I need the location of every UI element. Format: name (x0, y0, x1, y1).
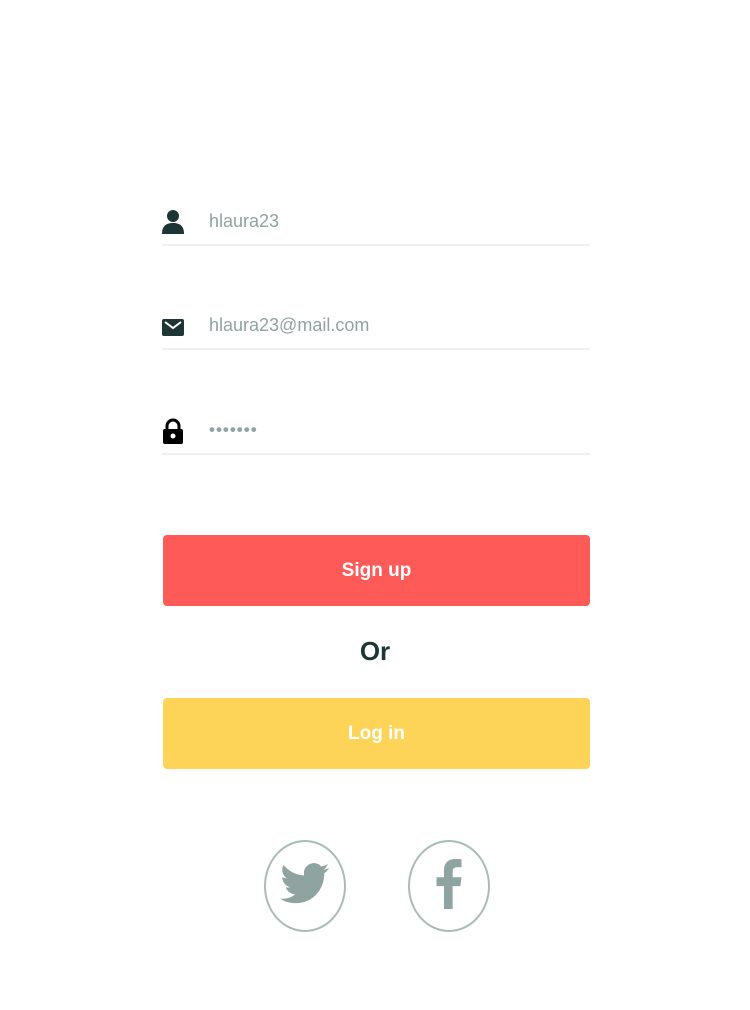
login-button[interactable]: Log in (163, 698, 590, 769)
facebook-icon (436, 858, 462, 914)
twitter-icon (280, 862, 330, 910)
twitter-login-button[interactable] (264, 840, 346, 932)
username-input[interactable] (209, 206, 589, 236)
envelope-icon (162, 313, 184, 339)
username-field-row (162, 200, 590, 246)
password-field-row (162, 409, 590, 455)
email-field-row (162, 304, 590, 350)
facebook-login-button[interactable] (408, 840, 490, 932)
password-input[interactable] (209, 415, 589, 445)
signup-button[interactable]: Sign up (163, 535, 590, 606)
user-icon (162, 209, 184, 235)
or-separator: Or (359, 636, 391, 666)
lock-icon (162, 418, 184, 444)
email-input[interactable] (209, 310, 589, 340)
